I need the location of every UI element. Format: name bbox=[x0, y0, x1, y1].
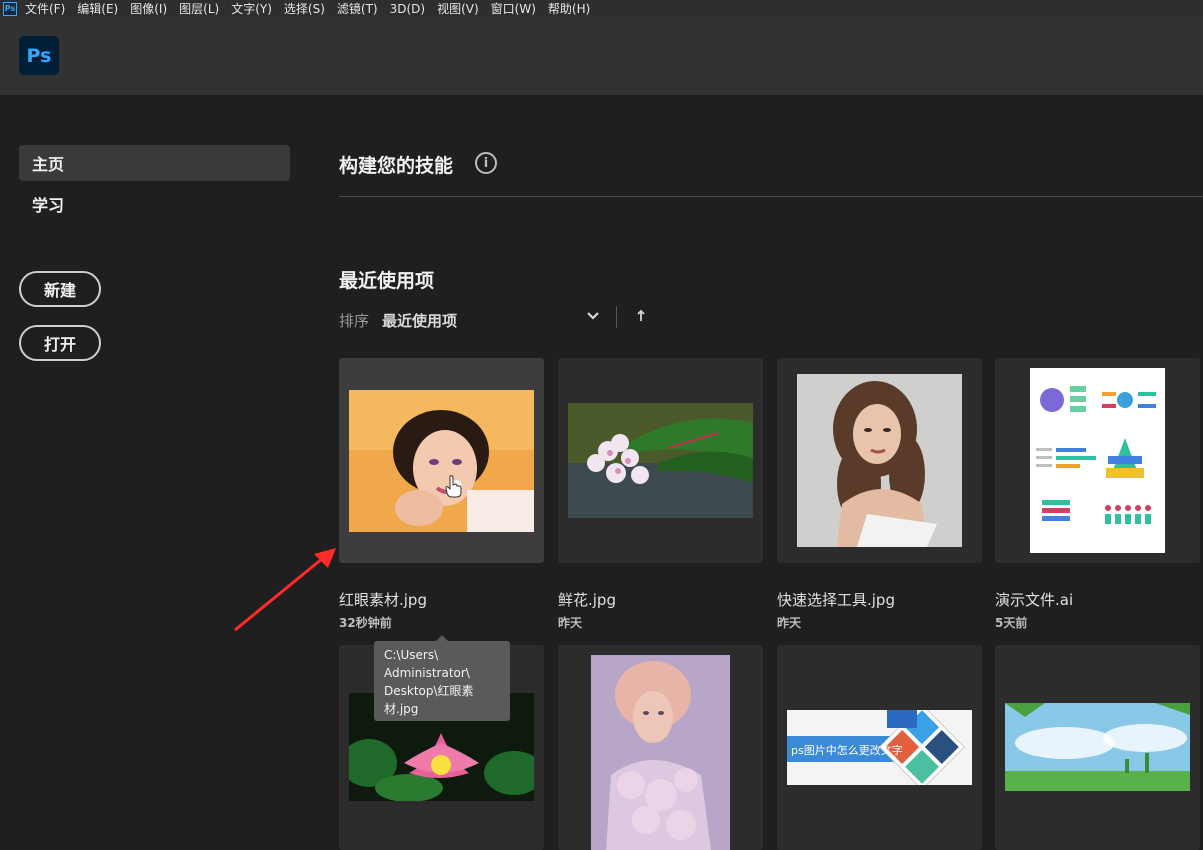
sort-dropdown[interactable]: 最近使用项 bbox=[382, 310, 457, 331]
recent-title: 最近使用项 bbox=[339, 270, 435, 292]
file-thumbnail bbox=[591, 655, 730, 850]
file-thumbnail bbox=[349, 390, 537, 532]
info-icon[interactable]: i bbox=[475, 152, 497, 174]
arrow-up-icon[interactable] bbox=[636, 309, 646, 327]
recent-file-card[interactable] bbox=[558, 358, 763, 563]
file-name[interactable]: 快速选择工具.jpg bbox=[777, 589, 895, 610]
file-time: 昨天 bbox=[777, 616, 802, 630]
chevron-down-icon[interactable] bbox=[585, 309, 601, 327]
recent-file-card[interactable]: ps图片中怎么更改文字 bbox=[777, 645, 982, 850]
new-button[interactable]: 新建 bbox=[19, 271, 101, 307]
sidebar-item-home[interactable]: 主页 bbox=[19, 145, 290, 181]
sidebar-item-learn[interactable]: 学习 bbox=[19, 186, 290, 222]
open-button[interactable]: 打开 bbox=[19, 325, 101, 361]
sidebar: 主页 学习 新建 打开 bbox=[0, 95, 310, 846]
file-thumbnail bbox=[1030, 368, 1165, 553]
menu-help[interactable]: 帮助(H) bbox=[548, 0, 590, 17]
recent-file-card[interactable] bbox=[995, 358, 1200, 563]
file-thumbnail: ps图片中怎么更改文字 bbox=[787, 703, 972, 791]
top-bar: Ps bbox=[0, 17, 1203, 95]
file-name[interactable]: 红眼素材.jpg bbox=[339, 589, 427, 610]
file-name[interactable]: 鲜花.jpg bbox=[558, 589, 616, 610]
file-time: 5天前 bbox=[995, 616, 1028, 630]
menu-filter[interactable]: 滤镜(T) bbox=[337, 0, 378, 17]
tooltip-line: 材.jpg bbox=[384, 702, 419, 716]
file-path-tooltip: C:\Users\ Administrator\ Desktop\红眼素 材.j… bbox=[374, 635, 510, 721]
menu-edit[interactable]: 编辑(E) bbox=[77, 0, 118, 17]
menu-file[interactable]: 文件(F) bbox=[25, 0, 65, 17]
file-thumbnail bbox=[1005, 703, 1190, 791]
menu-view[interactable]: 视图(V) bbox=[437, 0, 479, 17]
annotation-arrow-icon bbox=[230, 540, 340, 639]
file-thumbnail bbox=[568, 403, 753, 518]
tooltip-line: Administrator\ bbox=[384, 666, 470, 680]
sort-separator bbox=[616, 306, 617, 328]
photoshop-app-icon[interactable]: Ps bbox=[3, 1, 17, 16]
sort-label: 排序 bbox=[339, 312, 370, 330]
skills-title: 构建您的技能 bbox=[339, 155, 454, 177]
menu-3d[interactable]: 3D(D) bbox=[390, 2, 425, 16]
menu-bar: Ps 文件(F) 编辑(E) 图像(I) 图层(L) 文字(Y) 选择(S) 滤… bbox=[0, 0, 1203, 17]
tooltip-line: C:\Users\ bbox=[384, 648, 439, 662]
recent-file-card[interactable] bbox=[558, 645, 763, 850]
file-time: 32秒钟前 bbox=[339, 616, 392, 630]
recent-file-card[interactable] bbox=[995, 645, 1200, 850]
file-time: 昨天 bbox=[558, 616, 583, 630]
hand-cursor-icon bbox=[444, 474, 464, 502]
menu-window[interactable]: 窗口(W) bbox=[491, 0, 536, 17]
menu-layer[interactable]: 图层(L) bbox=[179, 0, 219, 17]
menu-image[interactable]: 图像(I) bbox=[130, 0, 167, 17]
recent-file-card[interactable] bbox=[339, 358, 544, 563]
menu-select[interactable]: 选择(S) bbox=[284, 0, 325, 17]
tooltip-line: Desktop\红眼素 bbox=[384, 684, 474, 698]
photoshop-logo: Ps bbox=[19, 36, 59, 75]
file-thumbnail bbox=[797, 374, 962, 547]
file-name[interactable]: 演示文件.ai bbox=[995, 589, 1073, 610]
divider bbox=[339, 196, 1203, 197]
menu-type[interactable]: 文字(Y) bbox=[231, 0, 272, 17]
thumbnail-banner-text: ps图片中怎么更改文字 bbox=[791, 743, 903, 757]
recent-file-card[interactable] bbox=[777, 358, 982, 563]
